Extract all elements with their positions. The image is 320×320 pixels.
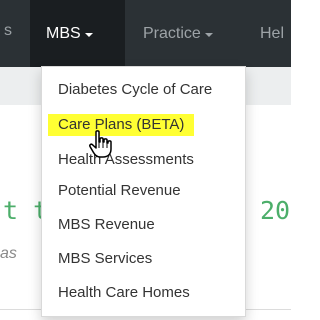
hand-pointer-icon	[89, 130, 112, 158]
top-navbar: s MBS Practice Hel	[0, 0, 291, 67]
nav-item-mbs[interactable]: MBS	[30, 0, 125, 67]
menu-item-potential-revenue[interactable]: Potential Revenue	[58, 180, 181, 202]
nav-item-practice[interactable]: Practice	[125, 0, 235, 67]
nav-item-mbs-label: MBS	[46, 24, 81, 42]
menu-item-care-plans[interactable]: Care Plans (BETA)	[48, 114, 195, 136]
nav-item-partial-label: s	[4, 22, 12, 39]
menu-item-diabetes-cycle-of-care[interactable]: Diabetes Cycle of Care	[58, 79, 212, 101]
nav-item-partial[interactable]: s	[0, 0, 26, 67]
menu-item-health-care-homes[interactable]: Health Care Homes	[58, 282, 190, 304]
nav-item-practice-label: Practice	[143, 24, 201, 42]
page-heading-right-fragment: 20	[260, 196, 291, 225]
caret-down-icon	[84, 32, 93, 37]
menu-item-mbs-revenue[interactable]: MBS Revenue	[58, 214, 155, 236]
caret-down-icon	[204, 32, 213, 37]
mbs-dropdown-menu: Diabetes Cycle of Care Care Plans (BETA)…	[41, 66, 246, 317]
menu-item-mbs-services[interactable]: MBS Services	[58, 248, 152, 270]
page-subtitle-fragment: as	[0, 245, 17, 262]
nav-item-help-label: Hel	[260, 24, 285, 42]
nav-item-help[interactable]: Hel	[235, 0, 291, 67]
menu-item-health-assessments[interactable]: Health Assessments	[58, 149, 194, 171]
